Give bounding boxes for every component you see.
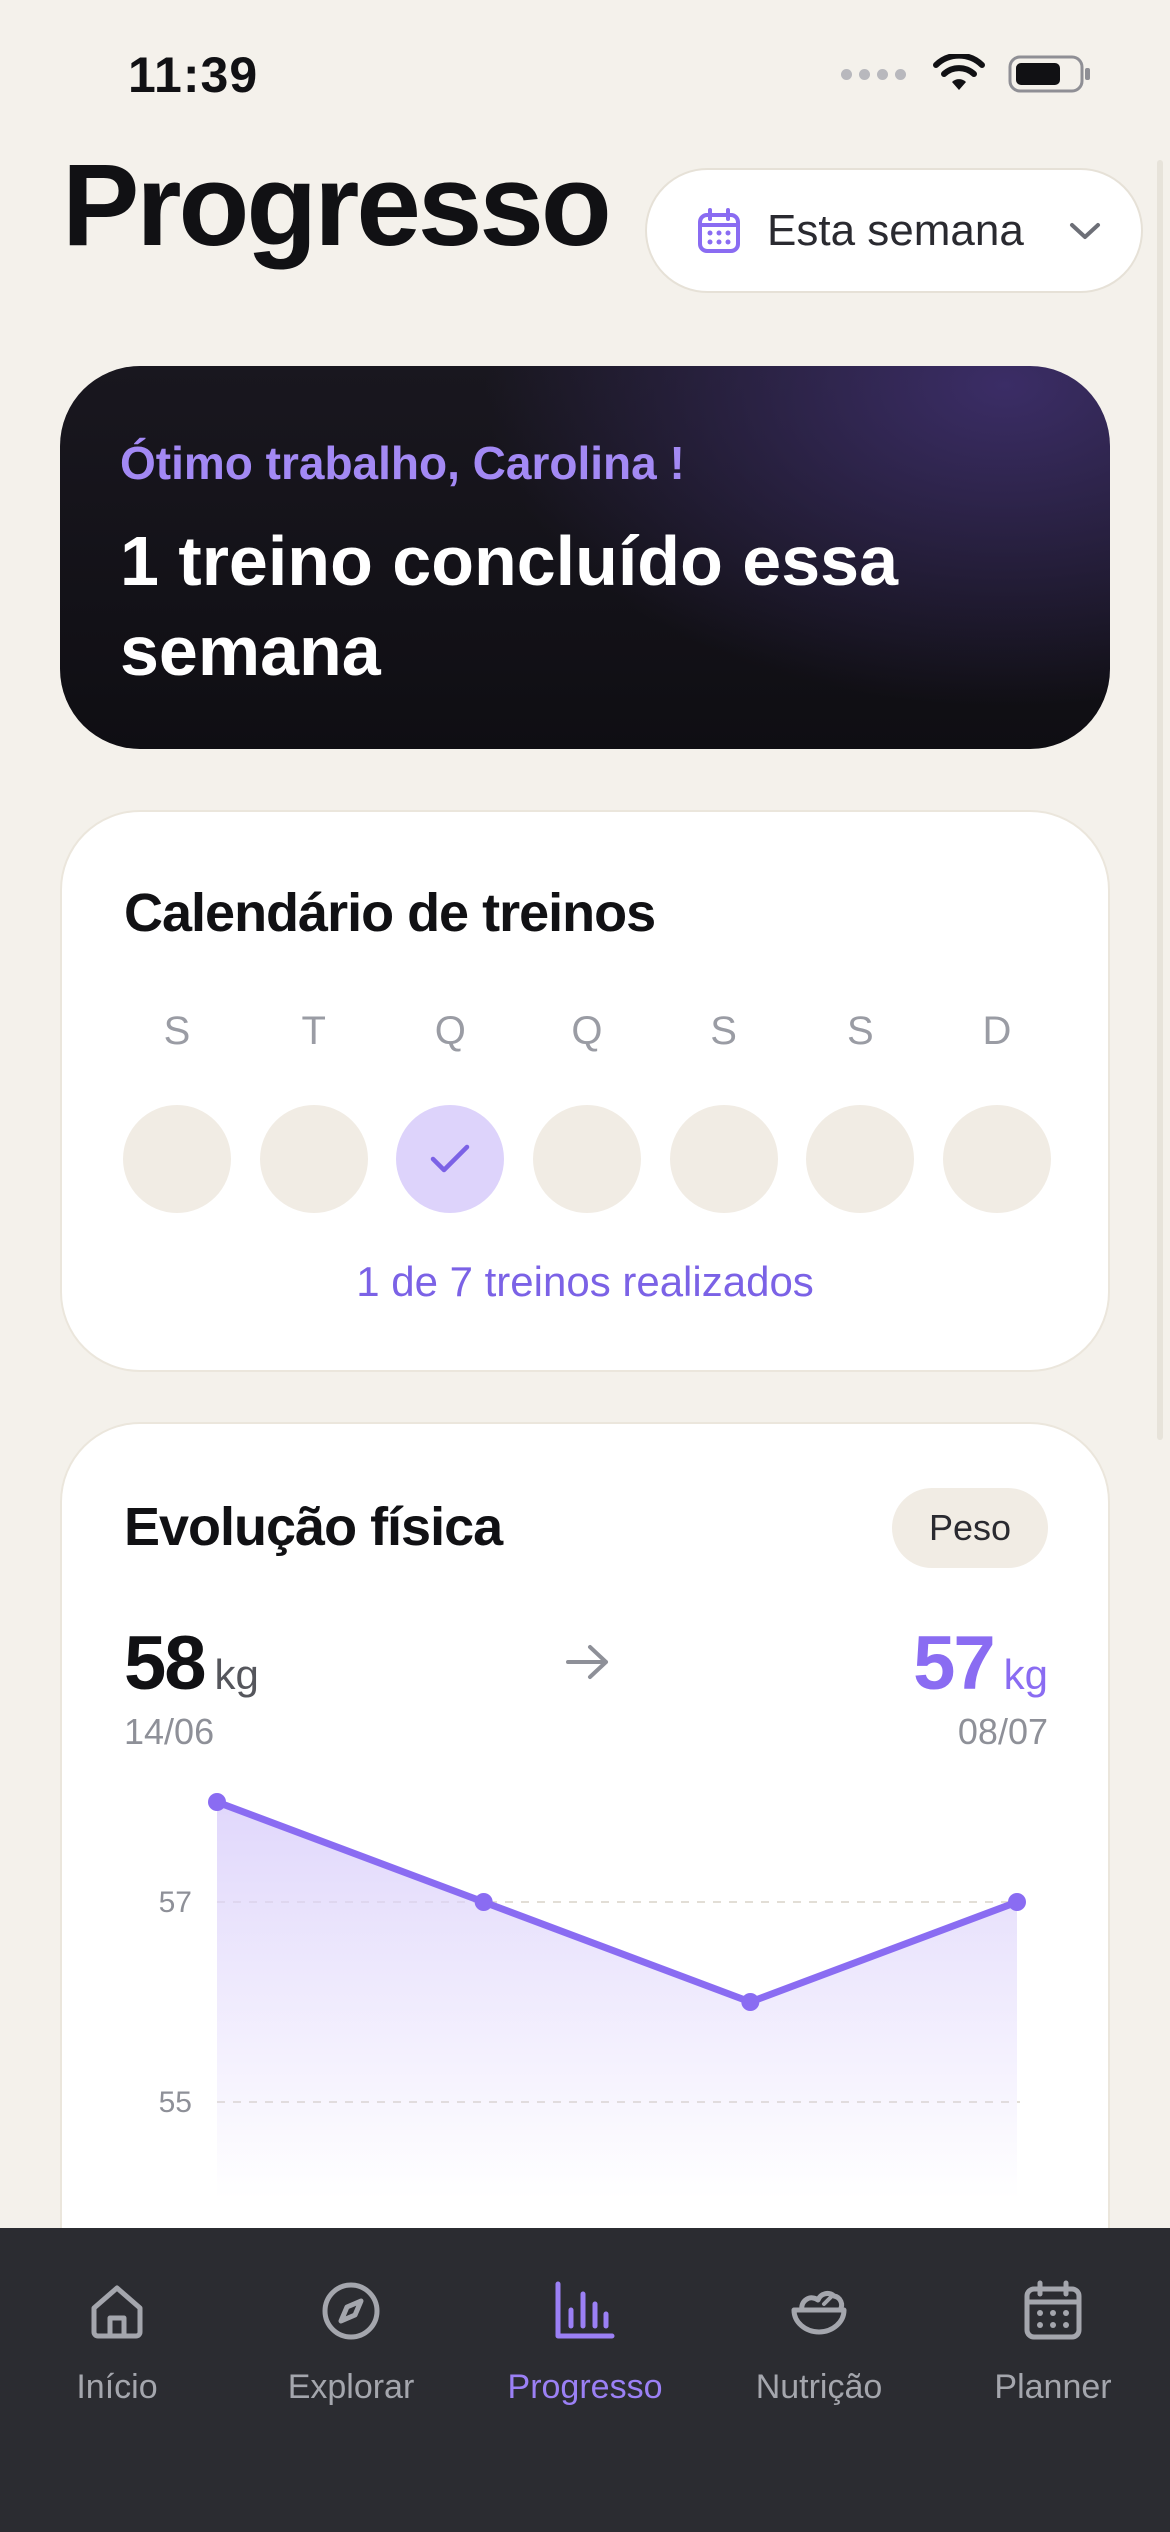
tab-progresso[interactable]: Progresso xyxy=(468,2228,702,2532)
chart-point[interactable] xyxy=(208,1793,226,1811)
day-letter: Q xyxy=(434,1009,466,1053)
weight-start-date: 14/06 xyxy=(124,1711,215,1752)
day-column[interactable]: S xyxy=(669,1009,778,1213)
status-bar: 11:39 xyxy=(0,0,1170,150)
weight-end: 57 kg 08/07 xyxy=(913,1620,1048,1753)
weekly-summary-banner: Ótimo trabalho, Carolina ! 1 treino conc… xyxy=(60,366,1110,749)
metric-chip-weight[interactable]: Peso xyxy=(892,1488,1048,1568)
hero-greeting: Ótimo trabalho, Carolina ! xyxy=(120,437,685,489)
chart-point[interactable] xyxy=(1008,1893,1026,1911)
day-status-circle xyxy=(942,1105,1051,1213)
day-status-circle xyxy=(806,1105,915,1213)
wifi-icon xyxy=(933,54,985,90)
chart-point[interactable] xyxy=(741,1993,760,2011)
day-status-circle xyxy=(259,1105,368,1213)
weight-start: 58 kg 14/06 xyxy=(124,1620,259,1753)
tab-label: Planner xyxy=(994,2368,1112,2406)
weight-chart: 595755 xyxy=(159,1793,1026,2199)
period-dropdown-label: Esta semana xyxy=(767,205,1024,255)
status-icons xyxy=(841,54,1092,94)
tab-nutricao[interactable]: Nutrição xyxy=(702,2228,936,2532)
day-column[interactable]: S xyxy=(123,1009,231,1213)
weight-start-value: 58 xyxy=(124,1621,207,1706)
day-column[interactable]: T xyxy=(259,1009,368,1213)
check-icon xyxy=(431,1144,470,1173)
tab-inicio[interactable]: Início xyxy=(0,2228,234,2532)
weight-end-date: 08/07 xyxy=(957,1711,1048,1752)
chart-y-tick-label: 55 xyxy=(159,2086,192,2119)
tab-label: Nutrição xyxy=(755,2368,883,2406)
tab-planner[interactable]: Planner xyxy=(936,2228,1170,2532)
day-column[interactable]: Q xyxy=(396,1009,505,1213)
chart-y-tick-label: 57 xyxy=(159,1886,192,1919)
calendar-title: Calendário de treinos xyxy=(124,883,656,943)
week-days-row: S T Q Q S S D xyxy=(123,1009,1051,1213)
day-letter: D xyxy=(982,1009,1012,1053)
hero-title: 1 treino concluído essa semana xyxy=(120,522,898,690)
cellular-signal-icon xyxy=(841,68,906,80)
calendar-icon xyxy=(698,207,740,253)
day-letter: S xyxy=(710,1009,737,1053)
battery-icon xyxy=(1008,55,1090,93)
day-column[interactable]: Q xyxy=(532,1009,641,1213)
day-status-circle-done xyxy=(396,1105,505,1213)
chart-point[interactable] xyxy=(474,1893,493,1911)
bottom-tab-bar: Início Explorar Progresso Nutrição Plann… xyxy=(0,2228,1170,2532)
salad-bowl-icon xyxy=(791,2291,847,2335)
compass-icon xyxy=(322,2282,380,2340)
tab-label: Explorar xyxy=(287,2368,415,2406)
day-column[interactable]: S xyxy=(806,1009,915,1213)
arrow-right-icon xyxy=(566,1645,608,1679)
calendar-icon xyxy=(1024,2280,1082,2340)
home-icon xyxy=(91,2285,143,2339)
day-status-circle xyxy=(669,1105,778,1213)
day-letter: Q xyxy=(571,1009,603,1053)
page-title: Progresso xyxy=(62,140,612,270)
day-column[interactable]: D xyxy=(942,1009,1051,1213)
day-letter: S xyxy=(163,1009,191,1053)
evolution-title: Evolução física xyxy=(124,1497,503,1557)
chart-area-fill xyxy=(217,1802,1017,2199)
tab-label: Início xyxy=(76,2368,158,2406)
scroll-indicator[interactable] xyxy=(1157,160,1163,1440)
day-letter: S xyxy=(846,1009,874,1053)
weight-end-value: 57 xyxy=(913,1621,996,1706)
day-letter: T xyxy=(301,1009,326,1053)
bar-chart-icon xyxy=(555,2281,615,2339)
day-status-circle xyxy=(532,1105,641,1213)
chevron-down-icon xyxy=(1069,222,1100,239)
workout-calendar-card: Calendário de treinos S T Q Q S S D 1 de… xyxy=(60,810,1110,1372)
weight-end-unit: kg xyxy=(1003,1651,1048,1698)
weight-start-unit: kg xyxy=(214,1651,259,1698)
chart-y-ticks: 595755 xyxy=(159,1886,192,2119)
tab-label: Progresso xyxy=(507,2368,663,2406)
calendar-summary: 1 de 7 treinos realizados xyxy=(356,1258,814,1305)
tab-explorar[interactable]: Explorar xyxy=(234,2228,468,2532)
period-dropdown[interactable]: Esta semana xyxy=(645,168,1143,293)
status-time: 11:39 xyxy=(128,47,259,103)
day-status-circle xyxy=(123,1105,231,1213)
